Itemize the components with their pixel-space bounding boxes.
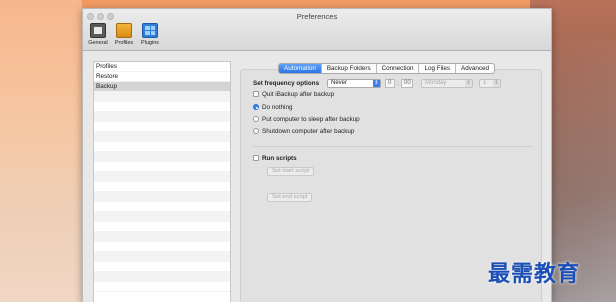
list-item (94, 272, 230, 282)
list-item (94, 142, 230, 152)
list-item (94, 232, 230, 242)
list-item (94, 282, 230, 292)
quit-after-backup-label: Quit iBackup after backup (262, 91, 335, 98)
list-item (94, 252, 230, 262)
run-scripts-label: Run scripts (262, 155, 297, 162)
list-item (94, 202, 230, 212)
title-bar: Preferences General Profiles Plugins (83, 9, 551, 51)
frequency-value: Never (331, 80, 348, 86)
set-start-script-button[interactable]: Set start script (267, 167, 315, 176)
toolbar-profiles[interactable]: Profiles (111, 23, 137, 49)
radio-do-nothing[interactable]: Do nothing (253, 104, 292, 111)
list-item (94, 122, 230, 132)
sidebar-item-restore[interactable]: Restore (94, 72, 230, 82)
toolbar-profiles-label: Profiles (114, 40, 134, 46)
weekday-value: Monday (425, 80, 447, 86)
radio-selected-icon (253, 104, 259, 110)
preferences-window: Preferences General Profiles Plugins Pro… (82, 8, 552, 302)
toolbar-general[interactable]: General (85, 23, 111, 49)
list-item (94, 172, 230, 182)
time-colon: : (397, 80, 399, 87)
hour-field[interactable]: 0 (385, 79, 395, 88)
quit-after-backup-checkbox[interactable]: Quit iBackup after backup (253, 91, 334, 98)
toolbar-plugins-label: Plugins (140, 40, 160, 46)
profiles-icon (116, 23, 132, 38)
list-item (94, 92, 230, 102)
watermark-logo: 最需教育 (488, 261, 581, 287)
sidebar-item-backup[interactable]: Backup (94, 82, 230, 92)
sidebar-list: Profiles Restore Backup (93, 61, 231, 302)
list-item (94, 182, 230, 192)
checkbox-box (253, 155, 259, 161)
tab-backup-folders[interactable]: Backup Folders (322, 64, 377, 73)
frequency-select[interactable]: Never ⇕ (327, 79, 381, 88)
radio-sleep[interactable]: Put computer to sleep after backup (253, 116, 360, 123)
tab-automation[interactable]: Automation (279, 64, 322, 73)
list-item (94, 132, 230, 142)
list-item (94, 262, 230, 272)
radio-icon (253, 116, 259, 122)
radio-sleep-label: Put computer to sleep after backup (262, 116, 360, 123)
radio-shutdown-label: Shutdown computer after backup (262, 128, 355, 135)
list-item (94, 152, 230, 162)
list-item (94, 222, 230, 232)
tab-bar: Automation Backup Folders Connection Log… (278, 63, 496, 74)
list-item (94, 162, 230, 172)
checkbox-box (253, 91, 259, 97)
chevron-updown-icon: ⇕ (465, 80, 472, 87)
plugins-icon (142, 23, 158, 38)
list-item (94, 112, 230, 122)
general-icon (90, 23, 106, 38)
chevron-updown-icon: ⇕ (373, 80, 380, 87)
minute-field[interactable]: 00 (401, 79, 413, 88)
list-item (94, 212, 230, 222)
tab-advanced[interactable]: Advanced (456, 64, 494, 73)
day-select[interactable]: 1 ⇕ (479, 79, 501, 88)
chevron-updown-icon: ⇕ (493, 80, 500, 87)
run-scripts-checkbox[interactable]: Run scripts (253, 155, 297, 162)
divider (253, 146, 533, 147)
set-end-script-button[interactable]: Set end script (267, 193, 313, 202)
radio-do-nothing-label: Do nothing (262, 104, 293, 111)
sidebar-item-profiles[interactable]: Profiles (94, 62, 230, 72)
list-item (94, 192, 230, 202)
list-item (94, 242, 230, 252)
toolbar-plugins[interactable]: Plugins (137, 23, 163, 49)
frequency-label: Set frequency options (253, 80, 320, 87)
weekday-select[interactable]: Monday ⇕ (421, 79, 473, 88)
tab-connection[interactable]: Connection (377, 64, 420, 73)
day-value: 1 (483, 80, 487, 86)
radio-shutdown[interactable]: Shutdown computer after backup (253, 128, 354, 135)
tab-log-files[interactable]: Log Files (419, 64, 457, 73)
list-item (94, 102, 230, 112)
window-title: Preferences (296, 12, 338, 21)
radio-icon (253, 128, 259, 134)
toolbar-general-label: General (88, 40, 108, 46)
